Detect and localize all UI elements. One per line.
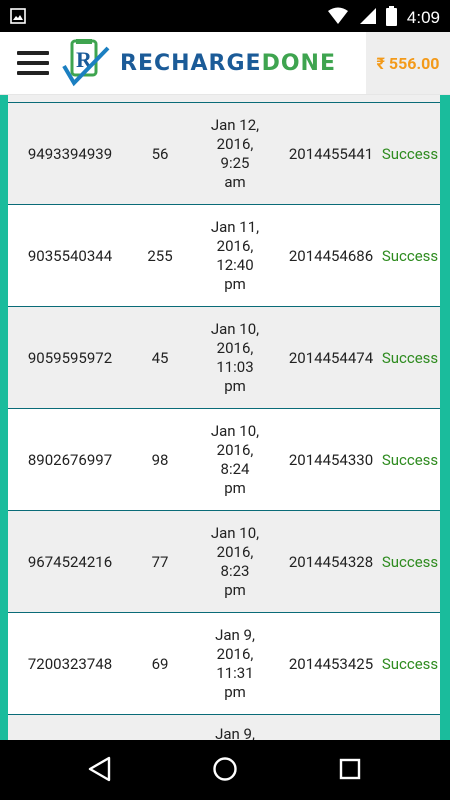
menu-icon[interactable] <box>17 51 49 75</box>
status-label: Success <box>381 654 439 673</box>
image-icon <box>10 8 26 28</box>
status-label: Success <box>381 450 439 469</box>
transactions-panel: 9493394939 56 Jan 12, 2016, 9:25 am 2014… <box>0 95 450 740</box>
status-label: Success <box>381 144 439 163</box>
mobile-number: 7200323748 <box>27 654 113 673</box>
table-row[interactable]: 9674524216 77 Jan 10, 2016, 8:23 pm 2014… <box>8 510 440 612</box>
wallet-balance[interactable]: ₹ 556.00 <box>366 32 450 94</box>
logo-mark-icon: R <box>62 39 110 87</box>
date-time: Jan 10, 2016, 11:03 pm <box>210 319 260 395</box>
date-time: Jan 12, 2016, 9:25 am <box>210 115 260 191</box>
date-time: Jan 10, 2016, 8:24 pm <box>210 421 260 497</box>
home-icon[interactable] <box>212 755 238 787</box>
date-time: Jan 10, 2016, 8:23 pm <box>210 523 260 599</box>
table-row[interactable]: Jan 9, 2016, <box>8 714 440 740</box>
amount: 98 <box>151 450 169 469</box>
date-time: Jan 11, 2016, 12:40 pm <box>210 217 260 293</box>
table-row[interactable]: 9059595972 45 Jan 10, 2016, 11:03 pm 201… <box>8 306 440 408</box>
transaction-id: 2014454330 <box>288 450 374 469</box>
status-label: Success <box>381 552 439 571</box>
table-row[interactable]: 9035540344 255 Jan 11, 2016, 12:40 pm 20… <box>8 204 440 306</box>
battery-icon <box>385 6 397 30</box>
transaction-id: 2014454328 <box>288 552 374 571</box>
amount: 56 <box>151 144 169 163</box>
table-row[interactable]: 8902676997 98 Jan 10, 2016, 8:24 pm 2014… <box>8 408 440 510</box>
date-time: Jan 9, 2016, 11:31 pm <box>215 625 255 701</box>
wifi-icon <box>327 7 348 29</box>
status-time: 4:09 <box>406 8 440 27</box>
mobile-number: 9674524216 <box>27 552 113 571</box>
brand-logo: R RECHARGEDONE <box>62 38 336 88</box>
transaction-id: 2014453425 <box>288 654 374 673</box>
amount: 45 <box>151 348 169 367</box>
amount: 69 <box>151 654 169 673</box>
mobile-number: 8902676997 <box>27 450 113 469</box>
transaction-id: 2014455441 <box>288 144 374 163</box>
mobile-number: 9035540344 <box>27 246 113 265</box>
recents-icon[interactable] <box>337 755 363 787</box>
status-bar: 4:09 <box>0 0 450 32</box>
brand-name: RECHARGEDONE <box>120 50 336 76</box>
signal-icon <box>358 7 376 29</box>
table-row[interactable]: 9493394939 56 Jan 12, 2016, 9:25 am 2014… <box>8 102 440 204</box>
table-row-partial <box>8 95 440 102</box>
transaction-id: 2014454686 <box>288 246 374 265</box>
transaction-id: 2014454474 <box>288 348 374 367</box>
app-bar: R RECHARGEDONE ₹ 556.00 <box>0 32 450 95</box>
transactions-table: 9493394939 56 Jan 12, 2016, 9:25 am 2014… <box>8 95 440 740</box>
mobile-number: 9059595972 <box>27 348 113 367</box>
amount: 255 <box>147 246 173 265</box>
navigation-bar <box>0 740 450 800</box>
mobile-number: 9493394939 <box>27 144 113 163</box>
date-time: Jan 9, 2016, <box>215 725 255 740</box>
table-row[interactable]: 7200323748 69 Jan 9, 2016, 11:31 pm 2014… <box>8 612 440 714</box>
back-icon[interactable] <box>87 755 113 787</box>
amount: 77 <box>151 552 169 571</box>
status-label: Success <box>381 348 439 367</box>
status-label: Success <box>381 246 439 265</box>
